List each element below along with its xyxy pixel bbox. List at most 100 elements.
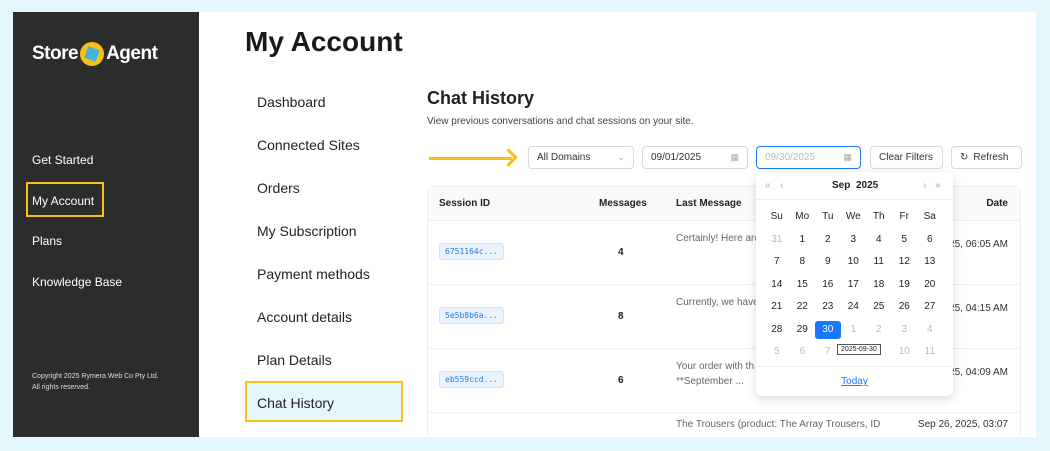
calendar-day[interactable]: 24 — [841, 298, 867, 316]
calendar-day[interactable]: 6 — [917, 231, 943, 249]
session-date: Sep 26, 2025, 03:07 — [888, 417, 1008, 433]
calendar-day[interactable]: 8 — [790, 253, 816, 271]
logo[interactable]: Store Agent — [32, 42, 157, 66]
calendar-day[interactable]: 31 — [764, 231, 790, 249]
calendar-day[interactable]: 21 — [764, 298, 790, 316]
subnav-plan-details[interactable]: Plan Details — [257, 352, 332, 368]
sidebar-item-get-started[interactable]: Get Started — [32, 153, 93, 167]
calendar-day[interactable]: 30 — [815, 321, 841, 339]
date-picker-popup: « ‹ Sep 2025 › » SuMoTuWeThFrSa311234567… — [756, 172, 953, 396]
calendar-day[interactable]: 11 — [866, 253, 892, 271]
sidebar-item-my-account[interactable]: My Account — [32, 194, 94, 208]
weekday-label: Fr — [892, 208, 918, 226]
sidebar-item-knowledge-base[interactable]: Knowledge Base — [32, 275, 122, 289]
message-count: 8 — [618, 311, 624, 322]
calendar-icon: ▦ — [730, 152, 739, 163]
refresh-button[interactable]: ↻ Refresh — [951, 146, 1022, 169]
subnav-chat-history[interactable]: Chat History — [257, 395, 334, 411]
calendar-day[interactable]: 7 — [764, 253, 790, 271]
calendar-day[interactable]: 19 — [892, 276, 918, 294]
column-session-id[interactable]: Session ID — [439, 198, 490, 209]
message-count: 4 — [618, 247, 624, 258]
calendar-day[interactable]: 10 — [892, 343, 918, 361]
subnav-dashboard[interactable]: Dashboard — [257, 94, 326, 110]
subnav-payment-methods[interactable]: Payment methods — [257, 266, 370, 282]
section-title: Chat History — [427, 88, 534, 109]
calendar-day[interactable]: 3 — [841, 231, 867, 249]
calendar-day[interactable]: 26 — [892, 298, 918, 316]
calendar-day[interactable]: 1 — [841, 321, 867, 339]
page-title: My Account — [245, 26, 403, 58]
calendar-grid: SuMoTuWeThFrSa31123456789101112131415161… — [764, 208, 943, 361]
calendar-day[interactable]: 6 — [790, 343, 816, 361]
prev-month-icon[interactable]: ‹ — [780, 180, 783, 191]
calendar-day[interactable]: 12 — [892, 253, 918, 271]
end-date-input[interactable]: 09/30/2025▦ — [756, 146, 861, 169]
sidebar-item-plans[interactable]: Plans — [32, 234, 62, 248]
table-row[interactable]: The Trousers (product: The Array Trouser… — [428, 413, 1020, 437]
calendar-day[interactable]: 13 — [917, 253, 943, 271]
calendar-day[interactable]: 23 — [815, 298, 841, 316]
column-last-message[interactable]: Last Message — [676, 198, 742, 209]
calendar-day[interactable]: 16 — [815, 276, 841, 294]
calendar-day[interactable]: 5 — [764, 343, 790, 361]
weekday-label: We — [841, 208, 867, 226]
calendar-day[interactable]: 9 — [815, 253, 841, 271]
subnav-my-subscription[interactable]: My Subscription — [257, 223, 357, 239]
calendar-day[interactable]: 2 — [815, 231, 841, 249]
calendar-day[interactable]: 10 — [841, 253, 867, 271]
end-date-placeholder: 09/30/2025 — [765, 152, 815, 163]
calendar-header: « ‹ Sep 2025 › » — [756, 172, 953, 200]
weekday-label: Sa — [917, 208, 943, 226]
weekday-label: Su — [764, 208, 790, 226]
calendar-month[interactable]: Sep — [832, 180, 850, 191]
column-messages[interactable]: Messages — [599, 198, 647, 209]
copyright: Copyright 2025 Rymera Web Co Pty Ltd.All… — [32, 371, 159, 393]
next-month-icon[interactable]: › — [923, 180, 926, 191]
session-id-badge[interactable]: eb559ccd... — [439, 371, 504, 388]
calendar-day[interactable]: 4 — [866, 231, 892, 249]
subnav-account-details[interactable]: Account details — [257, 309, 352, 325]
date-tooltip: 2025-09-30 — [837, 344, 881, 355]
next-year-icon[interactable]: » — [935, 180, 941, 191]
subnav-orders[interactable]: Orders — [257, 180, 300, 196]
calendar-day[interactable]: 25 — [866, 298, 892, 316]
sidebar: Store Agent Get Started My Account Plans… — [13, 12, 199, 437]
session-id-badge[interactable]: 5e5b8b6a... — [439, 307, 504, 324]
weekday-label: Mo — [790, 208, 816, 226]
calendar-day[interactable]: 15 — [790, 276, 816, 294]
calendar-day[interactable]: 28 — [764, 321, 790, 339]
clear-filters-label: Clear Filters — [879, 152, 933, 163]
refresh-label: Refresh — [973, 152, 1008, 163]
main-content: My Account Dashboard Connected Sites Ord… — [199, 12, 1036, 437]
calendar-day[interactable]: 27 — [917, 298, 943, 316]
column-date[interactable]: Date — [986, 198, 1008, 209]
logo-text-left: Store — [32, 43, 78, 65]
domain-select[interactable]: All Domains⌄ — [528, 146, 634, 169]
calendar-year[interactable]: 2025 — [856, 180, 878, 191]
clear-filters-button[interactable]: Clear Filters — [870, 146, 943, 169]
start-date-input[interactable]: 09/01/2025▦ — [642, 146, 748, 169]
subnav-connected-sites[interactable]: Connected Sites — [257, 137, 360, 153]
agent-logo-icon — [80, 42, 104, 66]
chevron-down-icon: ⌄ — [617, 152, 625, 163]
calendar-day[interactable]: 1 — [790, 231, 816, 249]
calendar-day[interactable]: 18 — [866, 276, 892, 294]
prev-year-icon[interactable]: « — [765, 180, 771, 191]
calendar-day[interactable]: 29 — [790, 321, 816, 339]
calendar-day[interactable]: 22 — [790, 298, 816, 316]
calendar-day[interactable]: 17 — [841, 276, 867, 294]
calendar-day[interactable]: 3 — [892, 321, 918, 339]
calendar-day[interactable]: 14 — [764, 276, 790, 294]
session-id-badge[interactable]: 6751164c... — [439, 243, 504, 260]
message-count: 6 — [618, 375, 624, 386]
today-link[interactable]: Today — [756, 366, 953, 396]
calendar-day[interactable]: 11 — [917, 343, 943, 361]
rights-text: All rights reserved. — [32, 382, 159, 393]
weekday-label: Th — [866, 208, 892, 226]
calendar-day[interactable]: 4 — [917, 321, 943, 339]
calendar-day[interactable]: 20 — [917, 276, 943, 294]
calendar-day[interactable]: 5 — [892, 231, 918, 249]
calendar-day[interactable]: 2 — [866, 321, 892, 339]
refresh-icon: ↻ — [960, 152, 968, 163]
